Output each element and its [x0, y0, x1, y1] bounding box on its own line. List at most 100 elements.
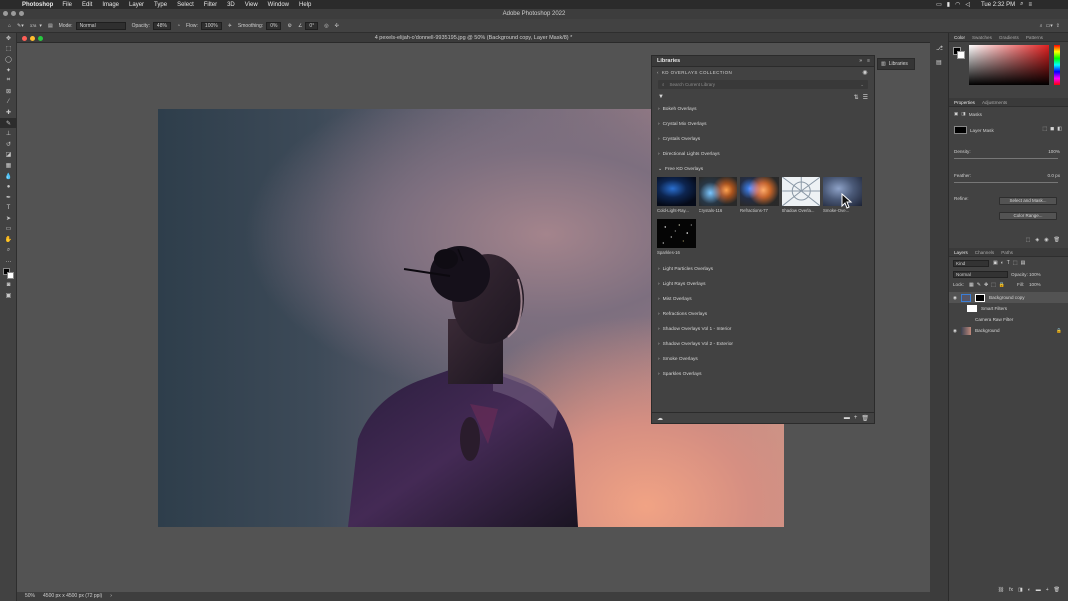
- color-picker-field[interactable]: [969, 45, 1049, 85]
- visibility-eye-icon[interactable]: ◉: [953, 295, 957, 301]
- library-group[interactable]: › Smoke Overlays: [652, 352, 874, 367]
- share-icon[interactable]: ⇪: [1056, 23, 1060, 29]
- airbrush-icon[interactable]: ✈: [228, 23, 232, 29]
- more-tools-icon[interactable]: …: [0, 255, 17, 266]
- collection-breadcrumb[interactable]: ‹ KD OVERLAYS COLLECTION ◉: [652, 67, 874, 77]
- zoom-window-button[interactable]: [19, 11, 24, 16]
- new-group-icon[interactable]: ▬: [1036, 587, 1041, 593]
- mode-select[interactable]: Normal: [75, 21, 126, 30]
- search-icon[interactable]: ⌕: [1020, 1, 1023, 8]
- smoothing-input[interactable]: 0%: [266, 21, 282, 30]
- back-chevron-icon[interactable]: ‹: [657, 70, 659, 75]
- library-group-expanded[interactable]: ⌄ Free KD Overlays: [652, 162, 874, 177]
- healing-brush-tool-icon[interactable]: ✚: [0, 107, 17, 118]
- add-asset-icon[interactable]: +: [854, 415, 858, 422]
- library-group[interactable]: › Refractions Overlays: [652, 307, 874, 322]
- trash-icon[interactable]: 🗑: [861, 415, 869, 422]
- lock-artboard-icon[interactable]: ⬚: [991, 282, 996, 288]
- sound-icon[interactable]: ◁: [965, 1, 970, 8]
- screen-mode-icon[interactable]: ▣: [0, 291, 17, 302]
- pressure-opacity-icon[interactable]: ◔: [177, 23, 180, 29]
- cloud-icon[interactable]: ☁: [657, 415, 663, 422]
- list-view-icon[interactable]: ☰: [863, 94, 868, 101]
- object-select-tool-icon[interactable]: ✦: [0, 65, 17, 76]
- library-group[interactable]: › Shadow Overlays Vol 2 - Exterior: [652, 337, 874, 352]
- battery-icon[interactable]: ▮: [947, 1, 950, 8]
- color-range-button[interactable]: Color Range...: [999, 212, 1057, 220]
- asset-tile[interactable]: Sparkles-16: [657, 219, 696, 258]
- lasso-tool-icon[interactable]: ◯: [0, 54, 17, 65]
- zoom-tool-icon[interactable]: ⌕: [0, 245, 17, 256]
- disable-mask-icon[interactable]: ◧: [1057, 126, 1062, 132]
- delete-layer-icon[interactable]: 🗑: [1054, 587, 1060, 593]
- select-and-mask-button[interactable]: Select and Mask...: [999, 197, 1057, 205]
- menu-3d[interactable]: 3D: [227, 2, 235, 8]
- fill-value[interactable]: 100%: [1029, 282, 1041, 287]
- layer-mask-thumbnail[interactable]: [975, 293, 986, 302]
- new-group-folder-icon[interactable]: ▬: [844, 415, 850, 422]
- clone-stamp-tool-icon[interactable]: ⊥: [0, 128, 17, 139]
- brush-size-preset[interactable]: 378 ▾: [30, 23, 42, 29]
- gradient-tool-icon[interactable]: ▦: [0, 160, 17, 171]
- zoom-document-button[interactable]: [38, 35, 43, 41]
- delete-mask-icon[interactable]: 🗑: [1054, 237, 1060, 243]
- asset-tile[interactable]: Shadow Overla...: [781, 177, 820, 216]
- minimize-document-button[interactable]: [30, 35, 35, 41]
- tab-properties[interactable]: Properties: [954, 100, 975, 105]
- asset-tile[interactable]: Smoke-Ove...: [823, 177, 862, 216]
- layer-row-camera-raw[interactable]: Camera Raw Filter: [949, 314, 1068, 325]
- tab-patterns[interactable]: Patterns: [1026, 35, 1043, 40]
- library-group[interactable]: › Crystal Mix Overlays: [652, 117, 874, 132]
- layer-row-smart-filters[interactable]: Smart Filters: [949, 303, 1068, 314]
- artboard-tool-icon[interactable]: ⬚: [0, 44, 17, 55]
- close-window-button[interactable]: [3, 11, 8, 16]
- feather-value[interactable]: 0.0 px: [1047, 173, 1060, 178]
- select-mask-pixels-icon[interactable]: ⬚: [1042, 126, 1047, 132]
- opacity-input[interactable]: 48%: [152, 21, 171, 30]
- tab-layers[interactable]: Layers: [954, 250, 968, 255]
- feather-slider[interactable]: [954, 182, 1058, 183]
- menu-type[interactable]: Type: [154, 2, 167, 8]
- eraser-tool-icon[interactable]: ◪: [0, 150, 17, 161]
- layer-row-background[interactable]: ◉ Background 🔒: [949, 325, 1068, 336]
- type-tool-icon[interactable]: T: [0, 203, 17, 214]
- hue-slider[interactable]: [1054, 45, 1060, 85]
- menu-select[interactable]: Select: [177, 2, 194, 8]
- visibility-eye-icon[interactable]: ◉: [953, 328, 957, 334]
- document-tab[interactable]: 4 pexels-elijah-o'donnell-9935195.jpg @ …: [17, 33, 930, 43]
- dodge-tool-icon[interactable]: ●: [0, 181, 17, 192]
- layer-row-background-copy[interactable]: ◉ Background copy: [949, 292, 1068, 303]
- status-arrow-icon[interactable]: ›: [110, 592, 112, 601]
- library-group[interactable]: › Sparkles Overlays: [652, 367, 874, 382]
- tab-color[interactable]: Color: [954, 35, 965, 40]
- background-color-swatch[interactable]: [7, 272, 14, 280]
- hand-tool-icon[interactable]: ✋: [0, 234, 17, 245]
- history-brush-tool-icon[interactable]: ↺: [0, 139, 17, 150]
- angle-input[interactable]: 0°: [305, 21, 319, 30]
- collapse-panel-icon[interactable]: »: [859, 58, 862, 64]
- menu-file[interactable]: File: [62, 2, 72, 8]
- library-group[interactable]: › Directional Lights Overlays: [652, 147, 874, 162]
- new-layer-icon[interactable]: +: [1046, 587, 1049, 593]
- library-group[interactable]: › Bokeh Overlays: [652, 102, 874, 117]
- adjustment-filter-icon[interactable]: ◐: [1001, 260, 1004, 266]
- brush-settings-icon[interactable]: ▤: [48, 23, 53, 29]
- library-group[interactable]: › Crystals Overlays: [652, 132, 874, 147]
- menu-image[interactable]: Image: [102, 2, 119, 8]
- load-selection-icon[interactable]: ⬚: [1026, 237, 1031, 243]
- menu-app-name[interactable]: Photoshop: [22, 2, 53, 8]
- sort-icon[interactable]: ⇅: [854, 94, 859, 101]
- smart-object-filter-icon[interactable]: ▤: [1021, 260, 1026, 266]
- history-icon[interactable]: ⎇: [936, 45, 948, 52]
- home-icon[interactable]: ⌂: [8, 23, 11, 29]
- color-swatches[interactable]: [0, 266, 17, 280]
- zoom-level[interactable]: 50%: [25, 592, 35, 601]
- asset-tile[interactable]: Refractions-77: [740, 177, 779, 216]
- collaborators-icon[interactable]: ◉: [862, 69, 868, 76]
- panel-menu-icon[interactable]: ≡: [867, 58, 870, 64]
- type-filter-icon[interactable]: T: [1007, 260, 1010, 266]
- adjustment-layer-icon[interactable]: ◐: [1028, 587, 1031, 593]
- apply-mask-icon[interactable]: ◼: [1050, 126, 1054, 132]
- libraries-title[interactable]: Libraries: [657, 58, 680, 64]
- pen-tool-icon[interactable]: ✒: [0, 192, 17, 203]
